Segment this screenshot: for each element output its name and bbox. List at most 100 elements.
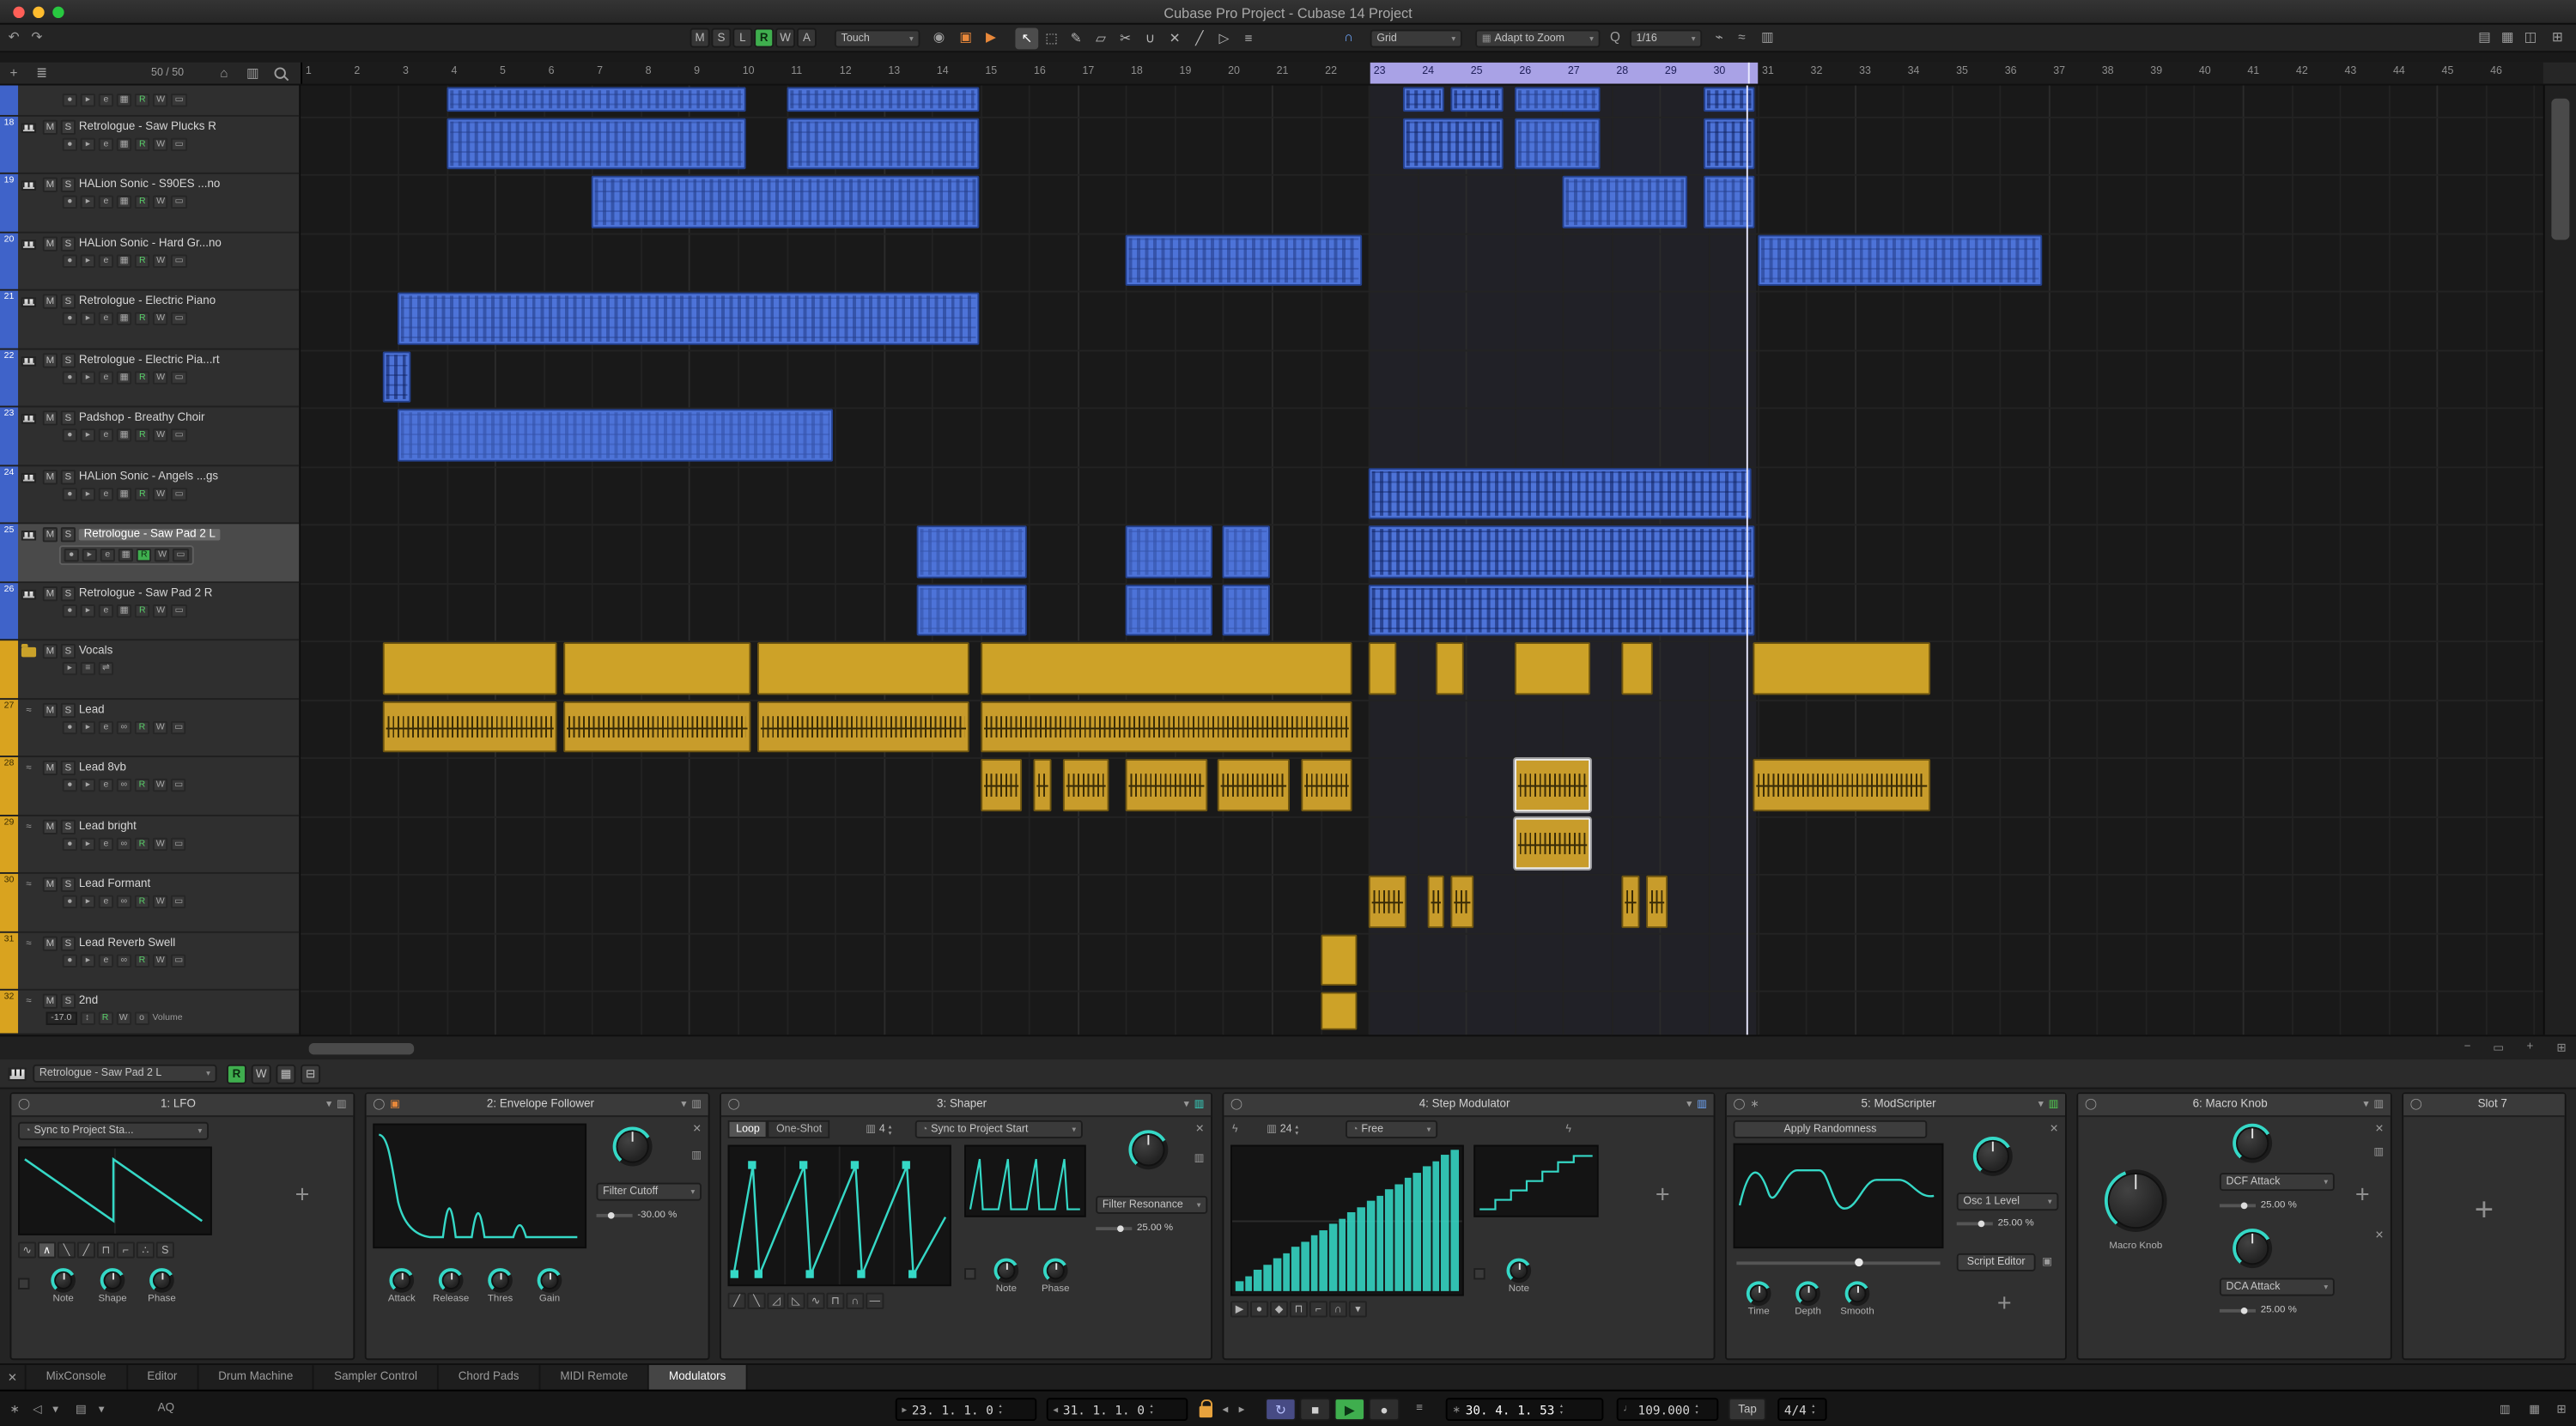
left-zone-toggle-icon[interactable]: ▤: [2478, 29, 2490, 46]
track-name[interactable]: Retrologue - Saw Pad 2 R: [79, 588, 213, 599]
step-bar-18[interactable]: [1394, 1184, 1403, 1291]
lane-icon[interactable]: ▭: [171, 195, 187, 209]
record-arm-icon[interactable]: ●: [62, 837, 77, 852]
home-icon[interactable]: ⌂: [220, 66, 228, 82]
solo-button[interactable]: S: [60, 527, 76, 543]
write-button[interactable]: W: [152, 837, 168, 852]
record-arm-icon[interactable]: ●: [62, 488, 77, 501]
monitor-icon[interactable]: ▸: [82, 549, 97, 562]
write-button[interactable]: W: [152, 778, 168, 792]
solo-button[interactable]: S: [60, 586, 76, 602]
ruler-bar-5[interactable]: 5: [500, 66, 506, 77]
step-bar-6[interactable]: [1282, 1253, 1291, 1291]
automation-a-button[interactable]: A: [796, 27, 817, 48]
audio-clip[interactable]: [1514, 758, 1591, 812]
shaper-amount-row[interactable]: 25.00 %: [1096, 1222, 1207, 1235]
midi-clip[interactable]: [1514, 118, 1601, 170]
midi-clip[interactable]: [1368, 585, 1756, 636]
keyboard-icon[interactable]: ▤: [76, 1403, 87, 1416]
automation-m-button[interactable]: M: [690, 27, 710, 48]
add-destination-button[interactable]: +: [1986, 1284, 2022, 1320]
midi-clip[interactable]: [786, 87, 979, 112]
step-bar-5[interactable]: [1273, 1258, 1281, 1291]
step-bar-16[interactable]: [1376, 1195, 1384, 1291]
stepper-icon[interactable]: ▴ ▾: [999, 1402, 1003, 1416]
lfo-shape-button-0[interactable]: ∿: [18, 1241, 37, 1259]
step-bar-22[interactable]: [1431, 1161, 1440, 1291]
stepper-icon[interactable]: ▴ ▾: [1150, 1402, 1154, 1416]
folder-part[interactable]: [1620, 642, 1654, 695]
knob-shape[interactable]: Shape: [90, 1268, 135, 1304]
power-icon[interactable]: ◯: [2085, 1098, 2097, 1111]
speaker-icon[interactable]: ◁: [33, 1403, 41, 1416]
flash-icon[interactable]: ϟ: [1232, 1124, 1238, 1137]
audio-clip[interactable]: [1620, 875, 1639, 929]
audio-clip[interactable]: [383, 701, 556, 753]
zoom-in-icon[interactable]: +: [2526, 1041, 2533, 1053]
lane-icon[interactable]: ▭: [171, 137, 187, 152]
ruler-bar-40[interactable]: 40: [2199, 66, 2211, 77]
tool-button-4[interactable]: ✂: [1114, 28, 1137, 50]
tool-button-0[interactable]: ↖: [1015, 27, 1039, 50]
step-bar-23[interactable]: [1441, 1155, 1449, 1291]
flash-icon[interactable]: ϟ: [1565, 1124, 1571, 1137]
midi-clip[interactable]: [1402, 87, 1445, 112]
read-button[interactable]: R: [134, 895, 150, 909]
stepper-icon[interactable]: ▴ ▾: [1295, 1122, 1298, 1136]
solo-button[interactable]: S: [60, 236, 76, 252]
write-button[interactable]: W: [153, 137, 168, 152]
ruler-bar-23[interactable]: 23: [1374, 66, 1386, 77]
step-tool-button-0[interactable]: ▶: [1230, 1301, 1249, 1318]
chevron-down-icon[interactable]: ▾: [1686, 1098, 1692, 1111]
midi-clip[interactable]: [1126, 525, 1212, 579]
lane-icon[interactable]: ▭: [171, 371, 187, 385]
mute-button[interactable]: M: [42, 936, 58, 951]
lfo-retrigger-button[interactable]: [18, 1277, 30, 1289]
tool-button-2[interactable]: ✎: [1065, 28, 1088, 50]
monitor-icon[interactable]: ▸: [80, 778, 95, 792]
chevron-down-icon[interactable]: ▾: [52, 1403, 58, 1416]
lane-icon[interactable]: ▭: [171, 720, 186, 735]
track-name[interactable]: Vocals: [79, 646, 112, 657]
grid-adapt-dropdown[interactable]: ▦ Adapt to Zoom ▾: [1475, 29, 1601, 48]
vertical-scroll-thumb[interactable]: [2551, 98, 2570, 240]
add-destination-button[interactable]: +: [2344, 1176, 2380, 1212]
step-note-sync-button[interactable]: [1473, 1268, 1485, 1280]
right-locator-field[interactable]: ◂ 31. 1. 1. 0 ▴ ▾: [1046, 1398, 1188, 1422]
lfo-shape-button-5[interactable]: ⌐: [116, 1241, 135, 1259]
position-field[interactable]: ∗ 30. 4. 1. 53 ▴ ▾: [1445, 1398, 1604, 1422]
ruler-bar-1[interactable]: 1: [306, 66, 312, 77]
ruler-bar-31[interactable]: 31: [1762, 66, 1774, 77]
solo-button[interactable]: S: [60, 119, 76, 135]
ruler-bar-25[interactable]: 25: [1471, 66, 1483, 77]
ruler-bar-38[interactable]: 38: [2102, 66, 2114, 77]
step-count-field[interactable]: ▥ 24 ▴ ▾: [1267, 1120, 1298, 1138]
mute-button[interactable]: M: [42, 527, 58, 543]
instrument-icon[interactable]: ▦: [116, 488, 132, 501]
edit-channel-button[interactable]: e: [98, 94, 114, 107]
env-amount-knob[interactable]: [612, 1126, 653, 1167]
zoom-preset-icon[interactable]: ⊞: [2556, 1041, 2566, 1054]
midi-clip[interactable]: [383, 351, 411, 403]
monitor-icon[interactable]: ▸: [80, 954, 95, 968]
ruler-bar-42[interactable]: 42: [2296, 66, 2308, 77]
midi-clip[interactable]: [1223, 525, 1270, 579]
solo-button[interactable]: S: [60, 177, 76, 192]
shaper-preset-button-2[interactable]: ◿: [767, 1292, 786, 1309]
tab-midi-remote[interactable]: MIDI Remote: [540, 1364, 650, 1390]
record-arm-icon[interactable]: ●: [62, 895, 77, 909]
edit-channel-button[interactable]: e: [98, 837, 114, 852]
folder-part[interactable]: [1752, 642, 1930, 695]
mute-button[interactable]: M: [42, 470, 58, 485]
monitor-icon[interactable]: ▸: [80, 895, 95, 909]
ruler-bar-16[interactable]: 16: [1034, 66, 1046, 77]
step-sync-dropdown[interactable]: ◔ Free ▾: [1345, 1120, 1438, 1138]
tab-editor[interactable]: Editor: [127, 1364, 199, 1390]
solo-button[interactable]: S: [60, 410, 76, 426]
folder-part[interactable]: [383, 642, 556, 695]
read-button[interactable]: R: [135, 488, 150, 501]
write-button[interactable]: W: [153, 428, 168, 442]
record-arm-icon[interactable]: ●: [62, 254, 77, 268]
track-row-lead-formant[interactable]: 30 ≈ M S Lead Formant ● ▸ e ∞ R W ▭: [0, 873, 300, 933]
midi-clip[interactable]: [592, 175, 979, 228]
